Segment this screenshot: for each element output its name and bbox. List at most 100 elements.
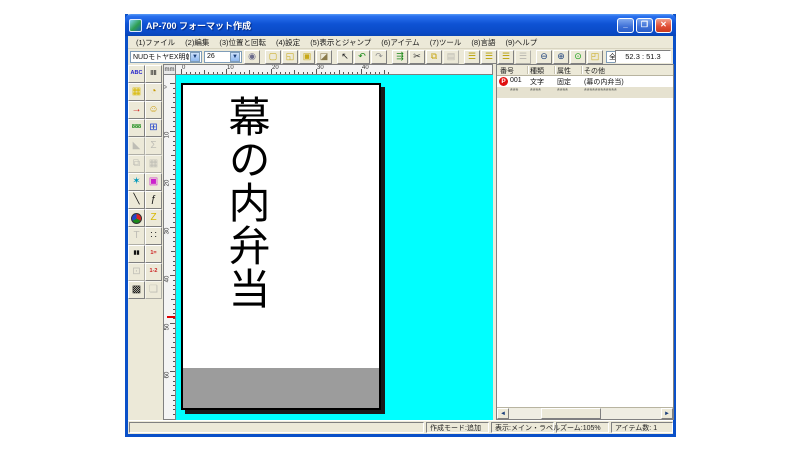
vertical-ruler: 0 10 20 30 40 50 60 [163, 75, 176, 420]
function-tool[interactable]: ƒ [145, 191, 162, 209]
status-message [129, 422, 424, 433]
item-attribute: 固定 [557, 79, 571, 86]
cut-button[interactable]: ✂ [409, 49, 425, 64]
menu-edit[interactable]: (2)編集 [180, 36, 214, 49]
menu-position-rotation[interactable]: (3)位置と回転 [214, 36, 271, 49]
menu-view-jump[interactable]: (5)表示とジャンプ [305, 36, 376, 49]
design-canvas[interactable]: 幕の内弁当 [176, 75, 493, 420]
item-other: ************ [584, 88, 617, 95]
item-type: **** [530, 88, 541, 95]
polyline-tool[interactable]: Z [145, 209, 162, 227]
menubar: (1)ファイル (2)編集 (3)位置と回転 (4)設定 (5)表示とジャンプ (6)アイ… [128, 36, 673, 49]
status-zoom: ズーム:105% [556, 422, 609, 433]
font-select[interactable]: NUDモトヤEX明朝 ▼ [130, 50, 202, 63]
calculator-tool[interactable]: ⊞ [145, 119, 162, 137]
close-button[interactable]: ✕ [655, 17, 672, 33]
text-frame-tool: T [128, 227, 145, 245]
menu-help[interactable]: (9)ヘルプ [501, 36, 543, 49]
open-button[interactable]: ◱ [282, 49, 298, 64]
sequence-tool[interactable]: 1-2 [145, 263, 162, 281]
tool-palette: ABC |||| ▦ ◔ → ☺ 888 ⊞ ◣ Σ ⧉ ▦ ✶ ▣ ╲ ƒ Z T ∷ ▮▮ 1= ⊡ 1-2 ▩ ❏ [128, 65, 164, 299]
scrollbar-thumb[interactable] [541, 408, 601, 419]
restore-button[interactable]: ❐ [636, 17, 653, 33]
status-create-mode: 作成モード:追加 [426, 422, 489, 433]
zoom-in-button[interactable]: ⊕ [553, 49, 569, 64]
item-list-button[interactable]: ☰ [464, 49, 480, 64]
grid-tool[interactable]: ▦ [128, 83, 145, 101]
paste-button: ▤ [443, 49, 459, 64]
horizontal-ruler: 0 10 20 30 40 [176, 64, 493, 75]
page-flip-tool: ❏ [145, 281, 162, 299]
line-tool[interactable]: ╲ [128, 191, 145, 209]
toolbar-buttons: ◉ ▢ ◱ ▣ ◪ ↖ ↶ ↷ ⇶ ✂ ⧉ ▤ ☰ ☰ ☰ ☰ ⊖ ⊕ ⊙ ◰ [244, 49, 604, 64]
hint-lamp-button[interactable]: ⊙ [570, 49, 586, 64]
titlebar[interactable]: AP-700 フォーマット作成 _ ❐ ✕ [125, 14, 676, 36]
copy-button[interactable]: ⧉ [426, 49, 442, 64]
dither-tool[interactable]: ▩ [128, 281, 145, 299]
arrange-button[interactable]: ⇶ [392, 49, 408, 64]
window-title: AP-700 フォーマット作成 [146, 20, 252, 31]
arrow-tool[interactable]: → [128, 101, 145, 119]
format-list-button[interactable]: ☰ [481, 49, 497, 64]
status-item-count: アイテム数: 1 [611, 422, 673, 433]
main-area: ABC |||| ▦ ◔ → ☺ 888 ⊞ ◣ Σ ⧉ ▦ ✶ ▣ ╲ ƒ Z T ∷ ▮▮ 1= ⊡ 1-2 ▩ ❏ mm … [128, 64, 674, 420]
minimize-button[interactable]: _ [617, 17, 634, 33]
clock-tool[interactable]: ◔ [145, 83, 162, 101]
table-tool: ▦ [145, 155, 162, 173]
text-tool[interactable]: ABC [128, 65, 145, 83]
zoom-out-button[interactable]: ⊖ [536, 49, 552, 64]
effect-tool[interactable]: ✶ [128, 173, 145, 191]
numbered-list-tool[interactable]: 1= [145, 245, 162, 263]
label-grey-band[interactable] [183, 368, 379, 408]
menu-tool[interactable]: (7)ツール [425, 36, 467, 49]
smiley-tool[interactable]: ☺ [145, 101, 162, 119]
redo-button[interactable]: ↷ [371, 49, 387, 64]
column-type: 種類 [530, 68, 544, 75]
item-attribute: **** [557, 88, 568, 95]
statusbar: 作成モード:追加 表示:メイン・ラベル ズーム:105% アイテム数: 1 [128, 420, 673, 433]
font-select-value: NUDモトヤEX明朝 [133, 53, 189, 61]
pie-chart-tool[interactable] [128, 209, 145, 227]
vertical-label-text[interactable]: 幕の内弁当 [222, 95, 271, 310]
text-style-button[interactable]: ◉ [244, 49, 260, 64]
pages-tool: ⧉ [128, 155, 145, 173]
item-status-icon: P [499, 77, 508, 86]
column-attribute: 属性 [557, 68, 571, 75]
app-icon [129, 18, 142, 32]
matrix-tool[interactable]: ∷ [145, 227, 162, 245]
barcode-image-tool[interactable]: ▮▮ [128, 245, 145, 263]
item-row-001[interactable]: P 001 文字 固定 (幕の内弁当) [497, 76, 673, 87]
item-other: (幕の内弁当) [584, 79, 624, 86]
item-list-hscrollbar[interactable]: ◄ ► [497, 407, 673, 419]
history-list-button: ☰ [515, 49, 531, 64]
item-row-placeholder[interactable]: *** **** **** ************ [497, 87, 673, 98]
undo-button[interactable]: ↶ [354, 49, 370, 64]
scroll-right-icon[interactable]: ► [661, 408, 673, 419]
frame-tool: ⊡ [128, 263, 145, 281]
ruler-position-marker [167, 316, 175, 318]
app-window: AP-700 フォーマット作成 _ ❐ ✕ (1)ファイル (2)編集 (3)位置と… [125, 14, 676, 437]
column-other: その他 [584, 68, 605, 75]
layer-list-button[interactable]: ☰ [498, 49, 514, 64]
select-button[interactable]: ↖ [337, 49, 353, 64]
label-object[interactable]: 幕の内弁当 [181, 83, 381, 410]
counter-tool[interactable]: 888 [128, 119, 145, 137]
item-list-panel: 番号 種類 属性 その他 P 001 文字 固定 (幕の内弁当) *** ***… [496, 64, 674, 420]
save-button[interactable]: ▣ [299, 49, 315, 64]
scroll-left-icon[interactable]: ◄ [497, 408, 509, 419]
menu-settings[interactable]: (4)設定 [271, 36, 305, 49]
sigma-tool: Σ [145, 137, 162, 155]
item-list-header: 番号 種類 属性 その他 [497, 65, 673, 76]
menu-language[interactable]: (8)言語 [466, 36, 500, 49]
open-format-button[interactable]: ◰ [587, 49, 603, 64]
cassette-tool[interactable]: ▣ [145, 173, 162, 191]
menu-file[interactable]: (1)ファイル [131, 36, 180, 49]
new-button[interactable]: ▢ [265, 49, 281, 64]
import-button[interactable]: ◪ [316, 49, 332, 64]
chevron-down-icon[interactable]: ▼ [190, 51, 200, 62]
font-size-select[interactable]: 26 ▼ [204, 50, 242, 63]
chevron-down-icon[interactable]: ▼ [230, 51, 240, 62]
barcode-tool[interactable]: |||| [145, 65, 162, 83]
menu-item[interactable]: (6)アイテム [376, 36, 424, 49]
font-size-value: 26 [207, 53, 215, 60]
